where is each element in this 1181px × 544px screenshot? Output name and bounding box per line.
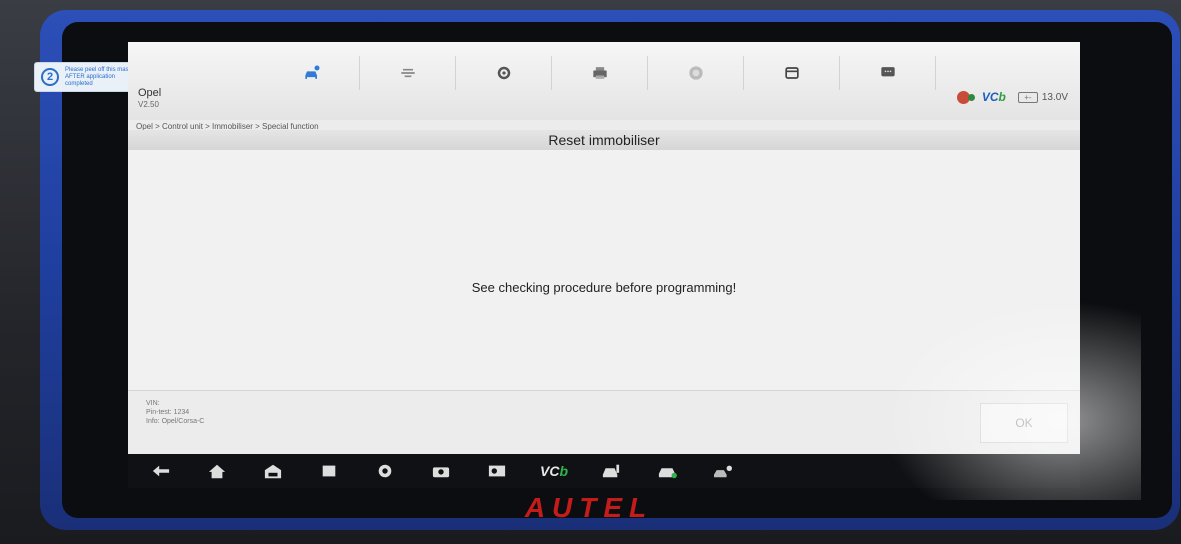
vci-status: VCb <box>981 90 1006 104</box>
top-toolbar: Opel V2.50 VCb +- 13.0V <box>128 42 1080 120</box>
camera-icon[interactable] <box>428 460 454 482</box>
model-info: Info: Opel/Corsa-C <box>146 418 205 425</box>
sticker-number: 2 <box>41 68 59 86</box>
status-area: VCb +- 13.0V <box>956 90 1068 104</box>
bottom-info-panel: VIN: Pin-test: 1234 Info: Opel/Corsa-C O… <box>128 390 1080 454</box>
vehicle-details: VIN: Pin-test: 1234 Info: Opel/Corsa-C <box>146 399 204 426</box>
pin-test-text: Pin-test: 1234 <box>146 409 190 416</box>
vehicle-info: Opel V2.50 <box>138 87 161 109</box>
display-settings-icon[interactable] <box>484 460 510 482</box>
software-version: V2.50 <box>138 100 159 109</box>
tablet-device: 2 Please peel off this mask AFTER applic… <box>0 0 1181 544</box>
battery-status: +- 13.0V <box>1017 91 1068 103</box>
home-icon[interactable] <box>204 460 230 482</box>
battery-voltage: 13.0V <box>1041 91 1068 103</box>
vin-label: VIN: <box>146 400 160 407</box>
fuel-icon[interactable] <box>598 460 624 482</box>
page-title: Reset immobiliser <box>128 130 1080 150</box>
car-home-icon[interactable] <box>264 56 360 90</box>
vehicle-scan-icon[interactable] <box>654 460 680 482</box>
instruction-message: See checking procedure before programmin… <box>471 280 737 295</box>
network-status-icon <box>956 90 975 104</box>
system-navigation-bar: VCb <box>128 454 1080 488</box>
autel-logo: AUTEL <box>524 492 654 523</box>
remote-support-icon[interactable] <box>710 460 736 482</box>
printer-icon[interactable] <box>552 56 648 90</box>
back-icon[interactable] <box>148 460 174 482</box>
help-icon[interactable] <box>648 56 744 90</box>
save-icon[interactable] <box>744 56 840 90</box>
recent-apps-icon[interactable] <box>316 460 342 482</box>
cable-icon[interactable] <box>360 56 456 90</box>
message-icon[interactable] <box>840 56 936 90</box>
ok-button[interactable]: OK <box>980 403 1068 443</box>
vehicle-make: Opel <box>138 87 162 99</box>
battery-icon: +- <box>1017 91 1038 103</box>
vci-manager-icon[interactable]: VCb <box>540 463 568 479</box>
toolbar-tabs <box>264 56 936 90</box>
diagnostic-screen: Opel V2.50 VCb +- 13.0V Opel > Control u… <box>128 42 1080 454</box>
garage-icon[interactable] <box>260 460 286 482</box>
content-area: See checking procedure before programmin… <box>128 150 1080 390</box>
browser-icon[interactable] <box>372 460 398 482</box>
gear-icon[interactable] <box>456 56 552 90</box>
